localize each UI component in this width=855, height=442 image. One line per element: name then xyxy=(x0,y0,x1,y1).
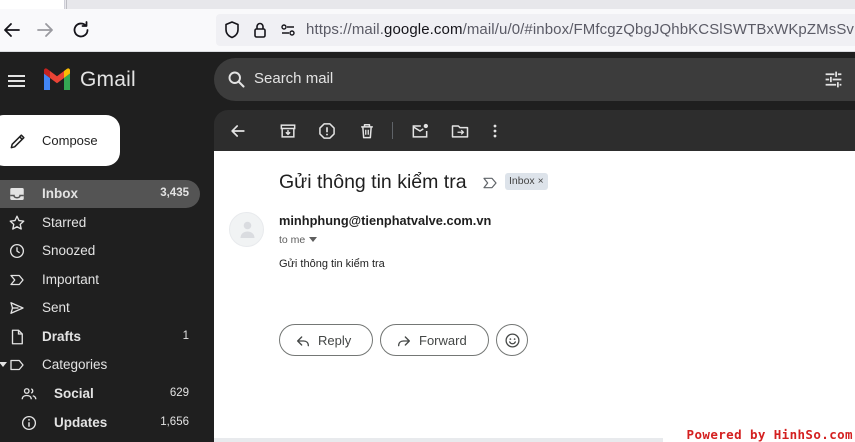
person-icon xyxy=(239,220,256,239)
message-view: Gửi thông tin kiểm tra Inbox × minhphung@… xyxy=(214,151,855,442)
sidebar-item-inbox[interactable]: Inbox 3,435 xyxy=(0,180,200,208)
main-menu-icon[interactable] xyxy=(6,70,28,92)
search-bar[interactable]: Search mail xyxy=(214,58,855,101)
message-toolbar xyxy=(214,110,855,151)
forward-arrow-icon xyxy=(398,336,410,347)
browser-toolbar: https://mail.google.com/mail/u/0/#inbox/… xyxy=(0,0,855,52)
draft-icon xyxy=(8,328,26,346)
watermark-text: Powered by HinhSo.com xyxy=(686,427,853,442)
compose-button[interactable]: Compose xyxy=(0,115,120,166)
search-options-icon[interactable] xyxy=(823,69,844,90)
url-text[interactable]: https://mail.google.com/mail/u/0/#inbox/… xyxy=(306,21,855,38)
sidebar-item-updates[interactable]: Updates 1,656 xyxy=(0,409,200,437)
send-icon xyxy=(8,299,26,317)
drafts-count: 1 xyxy=(182,330,189,342)
emoji-reaction-button[interactable] xyxy=(496,324,528,356)
message-body-text: Gửi thông tin kiểm tra xyxy=(279,258,385,270)
browser-active-tab[interactable] xyxy=(0,0,65,9)
sidebar-item-label: Important xyxy=(42,272,100,287)
message-subject: Gửi thông tin kiểm tra xyxy=(279,171,467,193)
search-icon[interactable] xyxy=(226,69,247,90)
sidebar-item-label: Categories xyxy=(42,357,108,372)
updates-count: 1,656 xyxy=(160,416,189,428)
permissions-icon[interactable] xyxy=(276,18,300,42)
sidebar: Compose Inbox 3,435 Starred Snoozed Impo… xyxy=(0,110,214,442)
sidebar-item-label: Social xyxy=(54,386,94,401)
forward-label: Forward xyxy=(419,333,467,348)
toolbar-divider xyxy=(392,122,393,139)
expand-caret-icon[interactable] xyxy=(0,362,7,367)
important-marker-icon[interactable] xyxy=(482,175,498,191)
search-input[interactable]: Search mail xyxy=(254,70,333,87)
star-icon xyxy=(8,214,26,232)
sidebar-item-label: Drafts xyxy=(42,329,82,344)
label-chip: Inbox × xyxy=(505,173,548,190)
pencil-icon xyxy=(8,131,28,151)
forward-button[interactable]: Forward xyxy=(380,324,489,356)
url-prefix: https://mail. xyxy=(306,21,384,38)
reply-button[interactable]: Reply xyxy=(279,324,373,356)
sidebar-item-drafts[interactable]: Drafts 1 xyxy=(0,323,200,351)
sidebar-item-sent[interactable]: Sent xyxy=(0,294,200,322)
watermark: Powered by HinhSo.com xyxy=(663,426,855,442)
forward-icon[interactable] xyxy=(33,18,57,42)
sidebar-item-categories[interactable]: Categories xyxy=(0,351,200,379)
mark-unread-icon[interactable] xyxy=(410,121,430,141)
label-icon xyxy=(8,356,26,374)
browser-tab-strip xyxy=(0,0,855,9)
gmail-header: Gmail Search mail xyxy=(0,52,855,110)
sender-email[interactable]: minhphung@tienphatvalve.com.vn xyxy=(279,213,491,228)
url-path: /mail/u/0/#inbox/FMfcgzQbgJQhbKCSlSWTBxW… xyxy=(462,21,855,38)
sidebar-item-label: Updates xyxy=(54,415,108,430)
tab-divider xyxy=(66,0,67,9)
address-bar[interactable]: https://mail.google.com/mail/u/0/#inbox/… xyxy=(216,14,855,46)
back-to-inbox-icon[interactable] xyxy=(228,121,248,141)
reload-icon[interactable] xyxy=(69,18,93,42)
move-to-icon[interactable] xyxy=(450,121,470,141)
social-count: 629 xyxy=(169,387,189,399)
reply-icon xyxy=(297,336,309,347)
archive-icon[interactable] xyxy=(278,121,298,141)
sidebar-item-label: Inbox xyxy=(42,186,78,201)
gmail-wordmark: Gmail xyxy=(80,68,136,91)
emoji-icon xyxy=(505,333,520,348)
shield-icon[interactable] xyxy=(220,18,244,42)
remove-label-icon[interactable]: × xyxy=(538,176,544,187)
inbox-count: 3,435 xyxy=(160,187,189,199)
recipient-details[interactable]: to me xyxy=(279,234,318,246)
more-options-icon[interactable] xyxy=(485,121,505,141)
sidebar-item-snoozed[interactable]: Snoozed xyxy=(0,237,200,265)
inbox-icon xyxy=(8,185,26,203)
sidebar-item-label: Snoozed xyxy=(42,243,96,258)
clock-icon xyxy=(8,242,26,260)
people-icon xyxy=(20,385,38,403)
sidebar-item-starred[interactable]: Starred xyxy=(0,209,200,237)
compose-label: Compose xyxy=(42,133,98,148)
chevron-down-icon xyxy=(309,237,318,242)
lock-icon[interactable] xyxy=(248,18,272,42)
important-icon xyxy=(8,271,26,289)
reply-label: Reply xyxy=(318,333,352,348)
gmail-logo-icon[interactable] xyxy=(42,68,72,92)
recipient-label: to me xyxy=(279,234,306,246)
report-spam-icon[interactable] xyxy=(317,121,337,141)
sidebar-item-label: Starred xyxy=(42,215,87,230)
avatar xyxy=(229,212,264,247)
sidebar-item-social[interactable]: Social 629 xyxy=(0,380,200,408)
url-domain: google.com xyxy=(384,21,463,38)
footer-strip xyxy=(214,438,664,442)
label-chip-text: Inbox xyxy=(509,175,535,187)
sidebar-item-label: Sent xyxy=(42,300,70,315)
back-icon[interactable] xyxy=(0,18,24,42)
sidebar-item-important[interactable]: Important xyxy=(0,266,200,294)
delete-icon[interactable] xyxy=(357,121,377,141)
info-icon xyxy=(20,414,38,432)
